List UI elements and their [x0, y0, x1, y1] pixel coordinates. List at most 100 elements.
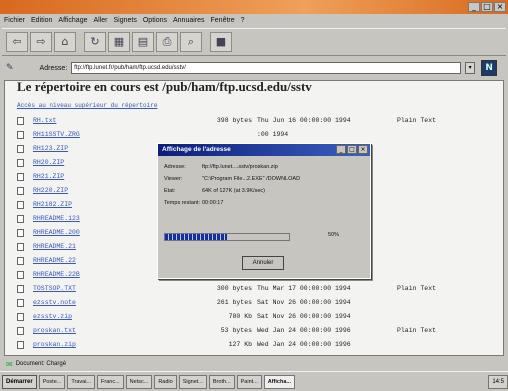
file-type: Plain Text: [397, 117, 437, 124]
file-name-link[interactable]: RH220.ZIP: [33, 185, 68, 197]
file-name-link[interactable]: RHREADME.22: [33, 255, 76, 267]
parent-directory-link[interactable]: Accès au niveau supérieur du répertoire: [17, 102, 157, 109]
address-input[interactable]: ftp://ftp.lunet.fr/pub/ham/ftp.ucsd.edu/…: [71, 62, 462, 74]
file-name-link[interactable]: RH21.ZIP: [33, 171, 64, 183]
file-name-link[interactable]: TOSTSOP.TXT: [33, 283, 76, 295]
file-date: Sat Nov 26 00:00:00 1994: [257, 299, 351, 306]
file-name-link[interactable]: RHREADME.22B: [33, 269, 80, 281]
progress-percent: 50%: [328, 232, 340, 238]
menu-fenetre[interactable]: Fenêtre: [211, 14, 235, 28]
file-icon: [17, 243, 24, 251]
file-name-link[interactable]: RH2182.ZIP: [33, 199, 72, 211]
page-content: Le répertoire en cours est /pub/ham/ftp.…: [4, 80, 504, 356]
open-button[interactable]: ▤: [132, 32, 154, 52]
taskbar-item[interactable]: Franc...: [97, 374, 124, 389]
images-button[interactable]: ▦: [108, 32, 130, 52]
file-name-link[interactable]: ezsstv.zip: [33, 311, 72, 323]
progress-fill: [165, 234, 227, 240]
menu-signets[interactable]: Signets: [114, 14, 137, 28]
dialog-maximize-button[interactable]: □: [347, 145, 357, 154]
file-date: Wed Jan 24 00:00:00 1996: [257, 327, 351, 334]
menu-affichage[interactable]: Affichage: [58, 14, 87, 28]
menu-edition[interactable]: Edition: [31, 14, 52, 28]
file-name-link[interactable]: ezsstv.note: [33, 297, 76, 309]
bookmark-icon[interactable]: ✎: [6, 63, 14, 73]
file-icon: [17, 145, 24, 153]
taskbar-item[interactable]: Signet...: [178, 374, 207, 389]
file-date: Thu Mar 17 00:00:00 1994: [257, 285, 351, 292]
back-button[interactable]: ⇦: [6, 32, 28, 52]
file-icon: [17, 229, 24, 237]
dialog-minimize-button[interactable]: _: [336, 145, 346, 154]
toolbar: ⇦ ⇨ ⌂ ↻ ▦ ▤ ⎙ ⌕ ■: [2, 28, 506, 56]
print-button[interactable]: ⎙: [156, 32, 178, 52]
file-size: 53 bytes: [220, 327, 252, 334]
file-size: 780 Kb: [228, 313, 252, 320]
stop-button[interactable]: ■: [210, 32, 232, 52]
taskbar-item[interactable]: Travai...: [67, 374, 96, 389]
file-name-link[interactable]: RHREADME.200: [33, 227, 80, 239]
download-progress-bar: [164, 233, 290, 241]
download-dialog: Affichage de l'adresse _ □ × Adresse: ftp…: [157, 143, 371, 279]
title-bar: _ □ ×: [0, 0, 508, 14]
address-dropdown-icon[interactable]: ▾: [465, 62, 476, 74]
file-name-link[interactable]: RHREADME.21: [33, 241, 76, 253]
taskbar: Démarrer Poste... Travai... Franc... Netsc.…: [0, 371, 508, 391]
taskbar-item[interactable]: Paint...: [236, 374, 262, 389]
find-button[interactable]: ⌕: [180, 32, 202, 52]
task-items: Poste... Travai... Franc... Netsc... Radio Si…: [38, 374, 295, 389]
home-button[interactable]: ⌂: [54, 32, 76, 52]
file-date: Sat Nov 26 00:00:00 1994: [257, 313, 351, 320]
file-icon: [17, 117, 24, 125]
maximize-button[interactable]: □: [481, 2, 493, 12]
status-icon: ✉: [6, 359, 13, 369]
menu-help[interactable]: ?: [241, 14, 245, 28]
file-name-link[interactable]: RH.txt: [33, 115, 56, 127]
start-button[interactable]: Démarrer: [2, 374, 37, 389]
file-icon: [17, 299, 24, 307]
taskbar-item[interactable]: Netsc...: [125, 374, 153, 389]
file-icon: [17, 313, 24, 321]
file-row: proskan.zip 127 Kb Wed Jan 24 00:00:00 199…: [17, 339, 501, 351]
taskbar-item[interactable]: Radio: [154, 374, 177, 389]
menu-annuaires[interactable]: Annuaires: [173, 14, 205, 28]
file-size: 261 bytes: [216, 299, 252, 306]
page-title: Le répertoire en cours est /pub/ham/ftp.…: [17, 80, 312, 94]
cancel-button[interactable]: Annuler: [242, 256, 284, 270]
close-button[interactable]: ×: [494, 2, 506, 12]
menu-options[interactable]: Options: [143, 14, 167, 28]
dialog-address-row: Adresse: ftp://ftp.lunet....sstv/proskan.…: [164, 164, 278, 170]
file-icon: [17, 187, 24, 195]
file-size: 398 bytes: [216, 117, 252, 124]
file-name-link[interactable]: proskan.txt: [33, 325, 76, 337]
menu-aller[interactable]: Aller: [93, 14, 107, 28]
file-icon: [17, 201, 24, 209]
taskbar-item[interactable]: Broth...: [208, 374, 235, 389]
menu-fichier[interactable]: Fichier: [4, 14, 25, 28]
taskbar-item[interactable]: Afficha...: [263, 374, 295, 389]
minimize-button[interactable]: _: [468, 2, 480, 12]
file-row: RH11SSTV.ZRG :00 1994: [17, 129, 501, 141]
file-icon: [17, 173, 24, 181]
file-name-link[interactable]: proskan.zip: [33, 339, 76, 351]
file-date: Wed Jan 24 00:00:00 1996: [257, 341, 351, 348]
file-name-link[interactable]: RH11SSTV.ZRG: [33, 129, 80, 141]
file-date: Thu Jun 16 00:00:00 1994: [257, 117, 351, 124]
taskbar-item[interactable]: Poste...: [38, 374, 66, 389]
file-date: :00 1994: [257, 131, 289, 138]
file-icon: [17, 131, 24, 139]
file-name-link[interactable]: RH20.ZIP: [33, 157, 64, 169]
file-type: Plain Text: [397, 327, 437, 334]
netscape-throbber-icon[interactable]: N: [481, 60, 498, 76]
file-row: TOSTSOP.TXT 300 bytes Thu Mar 17 00:00:00 …: [17, 283, 501, 295]
file-name-link[interactable]: RH123.ZIP: [33, 143, 68, 155]
file-row: ezsstv.zip 780 Kb Sat Nov 26 00:00:00 1994: [17, 311, 501, 323]
dialog-viewer-row: Viewer: "C:\Program File...2.EXE" /DOWNLO…: [164, 176, 301, 182]
dialog-close-button[interactable]: ×: [358, 145, 368, 154]
file-name-link[interactable]: RHREADME.123: [33, 213, 80, 225]
forward-button[interactable]: ⇨: [30, 32, 52, 52]
reload-button[interactable]: ↻: [84, 32, 106, 52]
file-size: 127 Kb: [228, 341, 252, 348]
menu-bar: Fichier Edition Affichage Aller Signets …: [0, 14, 508, 28]
browser-window: Fichier Edition Affichage Aller Signets …: [0, 14, 508, 391]
